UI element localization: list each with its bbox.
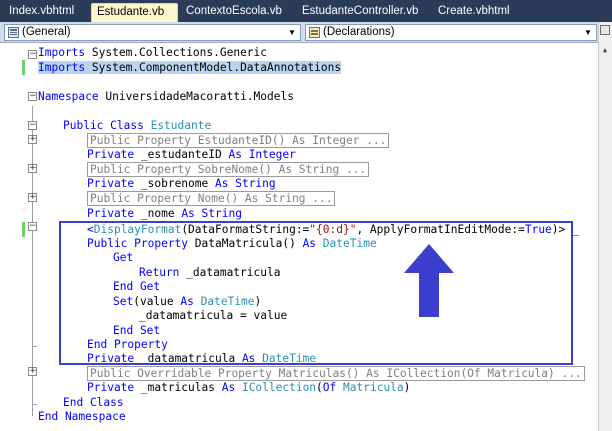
chevron-down-icon: ▼ [288,28,296,37]
collapse-icon[interactable]: − [28,121,37,130]
document-tab-strip: Index.vbhtml Estudante.vb ContextoEscola… [0,0,612,22]
general-dropdown-value: (General) [22,26,71,38]
expand-icon[interactable]: + [28,164,37,173]
scroll-up-icon[interactable]: ▲ [600,46,610,54]
code-line-prop-sobrenome[interactable]: Public Property SobreNome() As String ..… [87,162,370,177]
class-icon [8,27,19,38]
collapse-icon[interactable]: − [28,222,37,231]
vertical-scrollbar[interactable] [598,22,612,431]
code-line-namespace[interactable]: Namespace UniversidadeMacoratti.Models [38,89,294,104]
declarations-dropdown[interactable]: (Declarations) ▼ [305,24,597,41]
code-line-field-matriculas[interactable]: Private _matriculas As ICollection(Of Ma… [87,380,410,395]
code-line-end-class[interactable]: End Class [63,395,124,410]
outline-end-tick [32,404,37,405]
tab-index-vbhtml[interactable]: Index.vbhtml [4,3,90,22]
highlight-annotation-box [59,221,573,365]
collapse-icon[interactable]: − [28,92,37,101]
navigation-bar: (General) ▼ (Declarations) ▼ [0,22,612,43]
code-line-imports-2[interactable]: Imports System.ComponentModel.DataAnnota… [38,60,342,75]
expand-icon[interactable]: + [28,193,37,202]
change-indicator [22,60,25,75]
expand-icon[interactable]: + [28,367,37,376]
tab-contextoescola-vb[interactable]: ContextoEscola.vb [181,3,294,22]
tab-estudante-vb[interactable]: Estudante.vb [91,3,178,22]
chevron-down-icon: ▼ [584,28,592,37]
code-line-field-sobrenome[interactable]: Private _sobrenome As String [87,176,276,191]
code-line-field-estudanteid[interactable]: Private _estudanteID As Integer [87,147,296,162]
expand-icon[interactable]: + [28,135,37,144]
arrow-up-icon [404,244,454,317]
declarations-icon [309,27,320,38]
tab-estudantecontroller-vb[interactable]: EstudanteController.vb [297,3,428,22]
code-line-end-namespace[interactable]: End Namespace [38,409,126,424]
tab-create-vbhtml[interactable]: Create.vbhtml [433,3,523,22]
code-line-imports-1[interactable]: Imports System.Collections.Generic [38,45,267,60]
declarations-dropdown-value: (Declarations) [323,26,395,38]
code-line-prop-estudanteid[interactable]: Public Property EstudanteID() As Integer… [87,133,390,148]
general-dropdown[interactable]: (General) ▼ [4,24,301,41]
collapse-icon[interactable]: − [28,50,37,59]
code-line-field-nome[interactable]: Private _nome As String [87,206,242,221]
code-line-prop-nome[interactable]: Public Property Nome() As String ... [87,191,336,206]
change-indicator [22,222,25,237]
code-line-class[interactable]: Public Class Estudante [63,118,211,133]
split-window-icon[interactable] [600,25,610,35]
code-line-prop-matriculas[interactable]: Public Overridable Property Matriculas()… [87,366,585,381]
outline-end-tick [32,346,37,347]
